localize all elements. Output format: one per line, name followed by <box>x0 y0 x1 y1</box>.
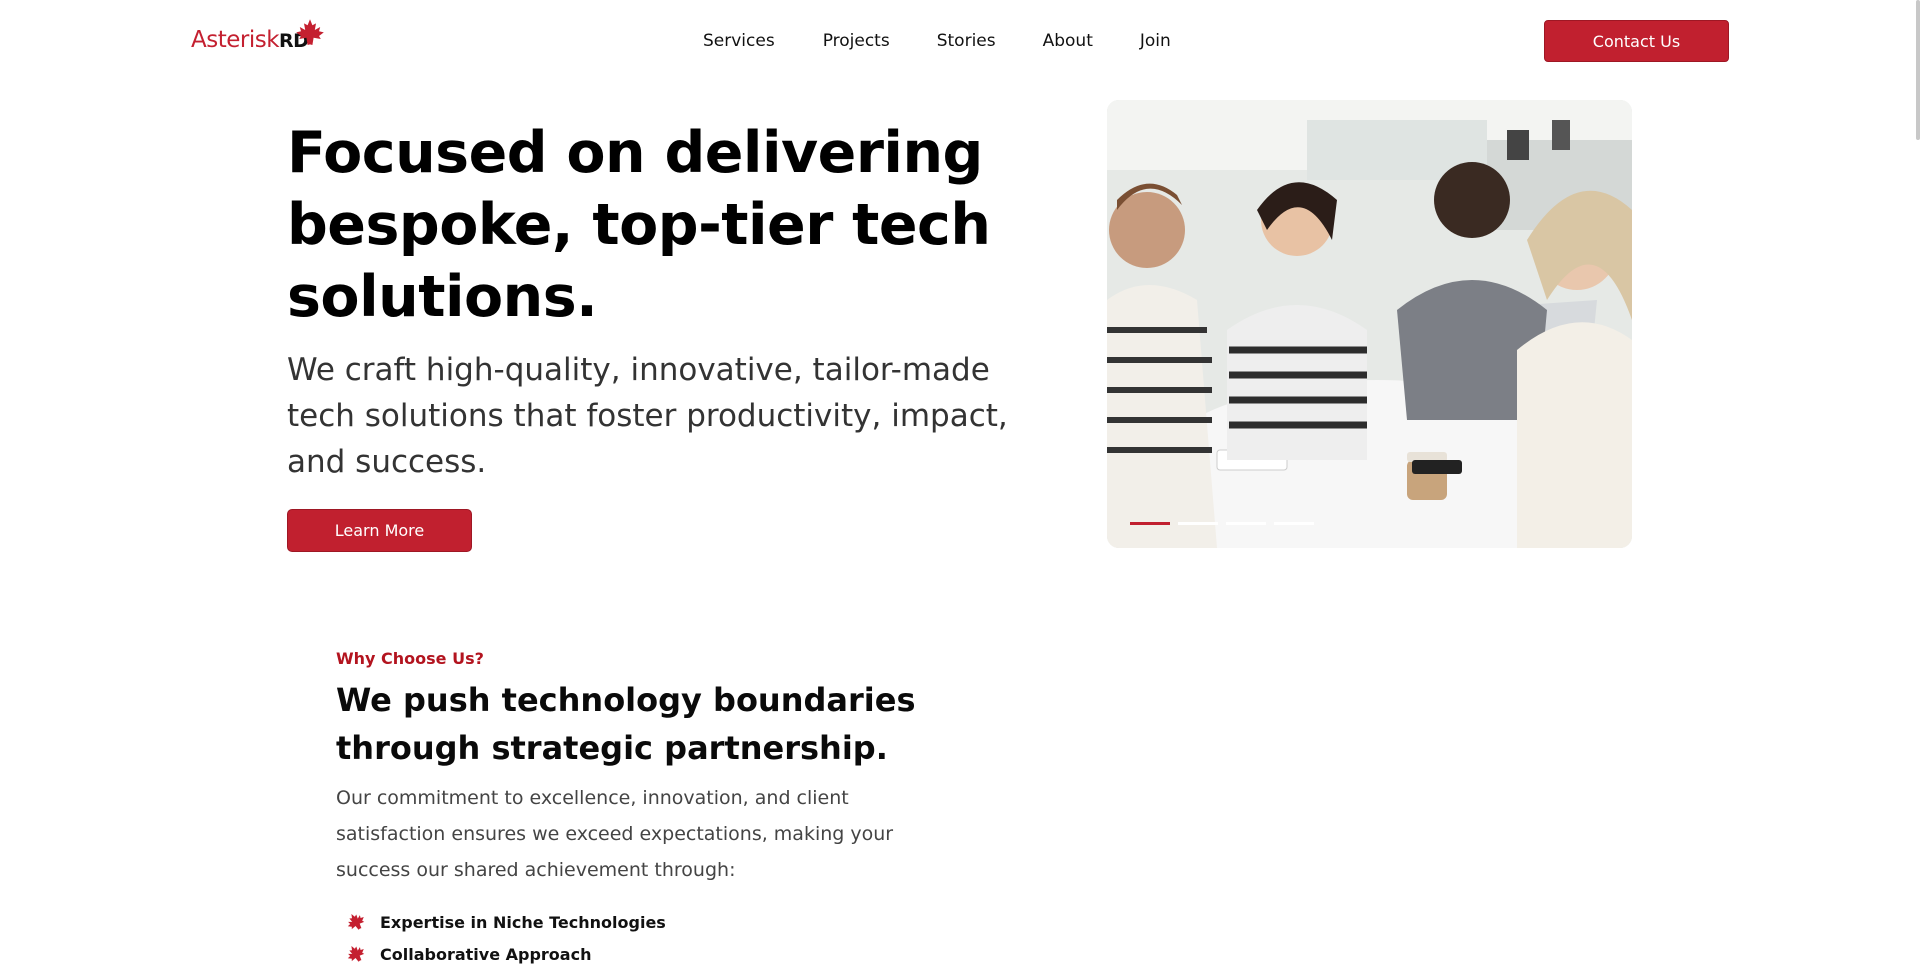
maple-leaf-icon <box>296 19 324 45</box>
team-meeting-photo <box>1107 100 1632 548</box>
carousel-dot[interactable] <box>1274 522 1314 525</box>
page-scrollbar-thumb[interactable] <box>1916 0 1920 140</box>
carousel-dot[interactable] <box>1226 522 1266 525</box>
list-item: Collaborative Approach <box>346 938 666 966</box>
list-item-label: Expertise in Niche Technologies <box>380 912 666 932</box>
carousel-dot[interactable] <box>1178 522 1218 525</box>
nav-about[interactable]: About <box>1043 28 1093 54</box>
section-title: We push technology boundaries through st… <box>336 681 916 767</box>
section-description: Our commitment to excellence, innovation… <box>336 787 894 881</box>
maple-leaf-icon <box>347 946 365 962</box>
list-item-label: Collaborative Approach <box>380 944 592 964</box>
hero-subtitle: We craft high-quality, innovative, tailo… <box>287 352 1008 480</box>
nav-services[interactable]: Services <box>703 28 775 54</box>
section-eyebrow: Why Choose Us? <box>336 649 484 668</box>
list-item: Expertise in Niche Technologies <box>346 906 666 938</box>
nav-join[interactable]: Join <box>1140 28 1171 54</box>
nav-projects[interactable]: Projects <box>823 28 890 54</box>
maple-leaf-icon <box>347 914 365 930</box>
main-nav: Services Projects Stories About Join <box>683 28 1171 54</box>
contact-us-button[interactable]: Contact Us <box>1544 20 1729 62</box>
hero-carousel[interactable] <box>1107 100 1632 548</box>
carousel-dot[interactable] <box>1130 522 1170 525</box>
carousel-indicators <box>1130 522 1314 525</box>
feature-list: Expertise in Niche Technologies Collabor… <box>346 906 666 966</box>
logo-wordmark: AsteriskRD <box>191 27 309 53</box>
hero-title: Focused on delivering bespoke, top-tier … <box>287 120 991 330</box>
nav-stories[interactable]: Stories <box>937 28 996 54</box>
site-logo[interactable]: AsteriskRD <box>191 18 324 58</box>
learn-more-button[interactable]: Learn More <box>287 509 472 552</box>
